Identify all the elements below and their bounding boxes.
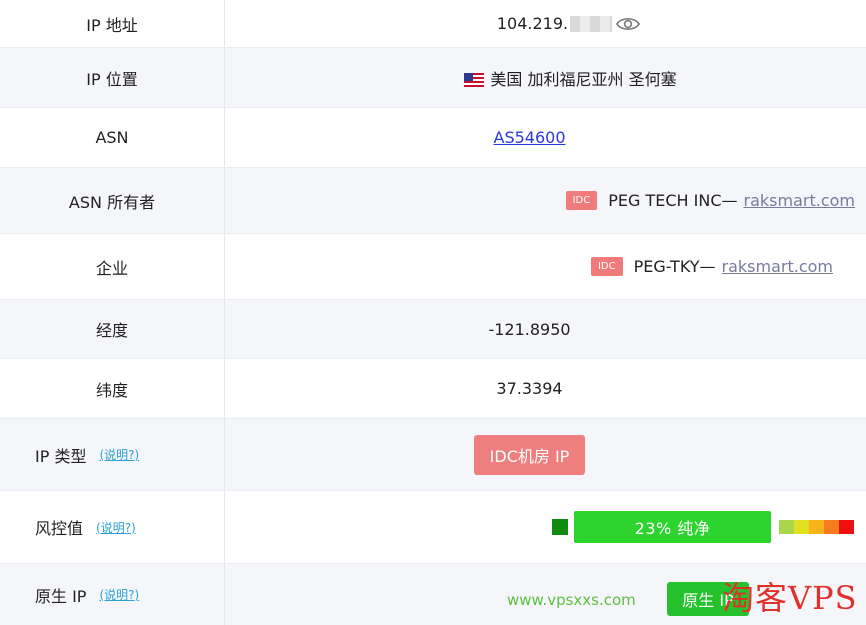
- ip-type-value: IDC机房 IP: [225, 419, 866, 490]
- watermark-url: www.vpsxxs.com: [507, 591, 636, 609]
- longitude-label: 经度: [0, 300, 225, 358]
- company-link[interactable]: raksmart.com: [722, 257, 833, 276]
- ip-address-value: 104.219.: [225, 0, 866, 47]
- risk-scale: [779, 520, 854, 534]
- asn-owner-label: ASN 所有者: [0, 168, 225, 233]
- risk-value: 23% 纯净: [225, 491, 866, 563]
- longitude-value: -121.8950: [225, 300, 866, 358]
- risk-indicator-square: [552, 519, 568, 535]
- ip-type-label-cell: IP 类型 (说明?): [0, 419, 225, 490]
- company-name: PEG-TKY—: [633, 257, 716, 276]
- eye-icon[interactable]: [616, 16, 641, 32]
- row-risk: 风控值 (说明?) 23% 纯净: [0, 491, 866, 564]
- row-ip-location: IP 位置 美国 加利福尼亚州 圣何塞: [0, 48, 866, 108]
- row-latitude: 纬度 37.3394: [0, 359, 866, 419]
- us-flag-icon: [464, 73, 485, 87]
- native-ip-help-link[interactable]: (说明?): [99, 586, 139, 603]
- row-ip-address: IP 地址 104.219.: [0, 0, 866, 48]
- idc-badge: IDC: [565, 191, 598, 210]
- risk-score-bar: 23% 纯净: [574, 511, 771, 543]
- asn-value: AS54600: [225, 108, 866, 167]
- idc-badge: IDC: [590, 257, 623, 276]
- watermark-logo: 淘客VPS: [722, 579, 858, 617]
- asn-link[interactable]: AS54600: [494, 128, 566, 147]
- row-asn: ASN AS54600: [0, 108, 866, 168]
- asn-owner-value: IDC PEG TECH INC— raksmart.com: [225, 168, 866, 233]
- ip-location-label: IP 位置: [0, 48, 225, 107]
- latitude-value: 37.3394: [225, 359, 866, 418]
- risk-scale-segment: [809, 520, 824, 534]
- row-ip-type: IP 类型 (说明?) IDC机房 IP: [0, 419, 866, 491]
- ip-mask: [570, 15, 613, 32]
- ip-type-label: IP 类型: [35, 446, 87, 466]
- ip-location-value: 美国 加利福尼亚州 圣何塞: [225, 48, 866, 107]
- row-company: 企业 IDC PEG-TKY— raksmart.com: [0, 234, 866, 300]
- company-label: 企业: [0, 234, 225, 299]
- ip-type-badge: IDC机房 IP: [473, 434, 586, 475]
- risk-meter: 23% 纯净: [552, 511, 854, 543]
- risk-scale-segment: [779, 520, 794, 534]
- longitude-text: -121.8950: [488, 319, 571, 339]
- risk-label-cell: 风控值 (说明?): [0, 491, 225, 563]
- latitude-text: 37.3394: [496, 379, 563, 398]
- row-longitude: 经度 -121.8950: [0, 300, 866, 359]
- asn-owner-link[interactable]: raksmart.com: [744, 191, 855, 210]
- ip-address-label: IP 地址: [0, 0, 225, 47]
- risk-scale-segment: [824, 520, 839, 534]
- risk-label: 风控值: [35, 519, 84, 538]
- ip-location-text: 美国 加利福尼亚州 圣何塞: [490, 69, 677, 89]
- company-value: IDC PEG-TKY— raksmart.com: [225, 234, 866, 299]
- ip-type-help-link[interactable]: (说明?): [99, 446, 139, 463]
- ip-address-text: 104.219.: [496, 14, 569, 33]
- native-ip-label-cell: 原生 IP (说明?): [0, 564, 225, 625]
- asn-owner-name: PEG TECH INC—: [608, 191, 738, 210]
- risk-scale-segment: [839, 520, 854, 534]
- latitude-label: 纬度: [0, 359, 225, 418]
- risk-help-link[interactable]: (说明?): [96, 519, 136, 536]
- row-asn-owner: ASN 所有者 IDC PEG TECH INC— raksmart.com: [0, 168, 866, 234]
- native-ip-label: 原生 IP: [35, 586, 87, 606]
- risk-scale-segment: [794, 520, 809, 534]
- asn-label: ASN: [0, 108, 225, 167]
